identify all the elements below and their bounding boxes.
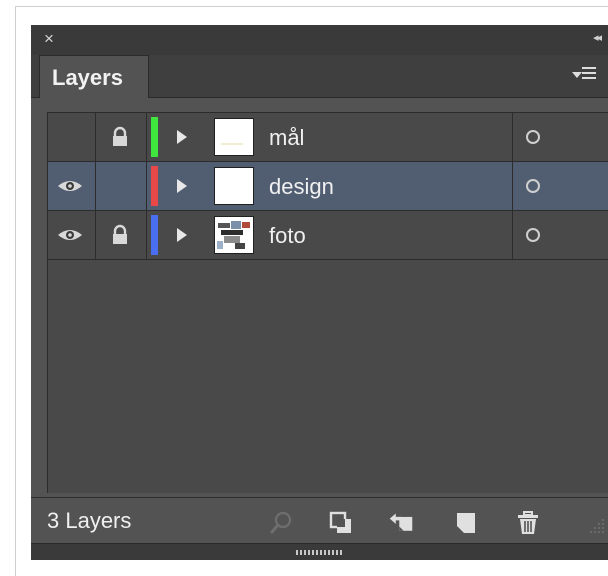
resize-grip-icon[interactable] xyxy=(582,503,606,539)
tab-bar: Layers xyxy=(31,55,608,98)
photo-thumbnail-icon xyxy=(215,217,253,253)
visibility-toggle[interactable] xyxy=(48,113,96,161)
tab-layers[interactable]: Layers xyxy=(39,55,149,98)
collapse-panel-icon[interactable]: ◂◂ xyxy=(593,31,602,44)
layer-color-indicator xyxy=(151,166,158,206)
layer-row-design[interactable]: design xyxy=(48,162,608,211)
expand-arrow-icon[interactable] xyxy=(177,130,187,144)
layer-color-indicator xyxy=(151,117,158,157)
make-clipping-mask-icon[interactable] xyxy=(328,510,354,536)
delete-layer-icon[interactable] xyxy=(515,510,541,536)
target-circle-icon[interactable] xyxy=(526,179,540,193)
panel-drag-grip[interactable] xyxy=(296,550,344,555)
visibility-toggle[interactable] xyxy=(48,211,96,259)
lock-icon xyxy=(113,224,127,244)
lock-icon xyxy=(113,126,127,146)
eye-icon xyxy=(58,181,82,191)
visibility-toggle[interactable] xyxy=(48,162,96,210)
layers-list: mål design foto xyxy=(47,112,608,493)
layers-panel: × ◂◂ Layers mål design foto 3 Layers xyxy=(31,25,608,560)
expand-arrow-icon[interactable] xyxy=(177,179,187,193)
layer-row-foto[interactable]: foto xyxy=(48,211,608,260)
panel-menu-icon[interactable] xyxy=(572,66,600,84)
lock-toggle[interactable] xyxy=(96,162,147,210)
target-circle-icon[interactable] xyxy=(526,228,540,242)
tab-layers-label: Layers xyxy=(52,65,123,90)
expand-arrow-icon[interactable] xyxy=(177,228,187,242)
layer-count-label: 3 Layers xyxy=(47,508,132,533)
layer-color-indicator xyxy=(151,215,158,255)
locate-object-icon[interactable] xyxy=(268,510,294,536)
create-sublayer-icon[interactable] xyxy=(388,510,414,536)
eye-icon xyxy=(58,230,82,240)
layer-name[interactable]: foto xyxy=(269,223,306,249)
close-icon[interactable]: × xyxy=(44,29,54,49)
panel-bottom-bar xyxy=(31,543,608,560)
create-new-layer-icon[interactable] xyxy=(453,510,479,536)
layer-thumbnail xyxy=(214,167,254,205)
layer-name[interactable]: mål xyxy=(269,125,304,151)
layer-thumbnail xyxy=(214,216,254,254)
layer-name[interactable]: design xyxy=(269,174,334,200)
panel-footer: 3 Layers xyxy=(31,497,608,546)
layer-thumbnail xyxy=(214,118,254,156)
lock-toggle[interactable] xyxy=(96,113,147,161)
lock-toggle[interactable] xyxy=(96,211,147,259)
panel-title-bar[interactable]: × ◂◂ xyxy=(31,25,608,56)
target-circle-icon[interactable] xyxy=(526,130,540,144)
layer-row-mal[interactable]: mål xyxy=(48,113,608,162)
